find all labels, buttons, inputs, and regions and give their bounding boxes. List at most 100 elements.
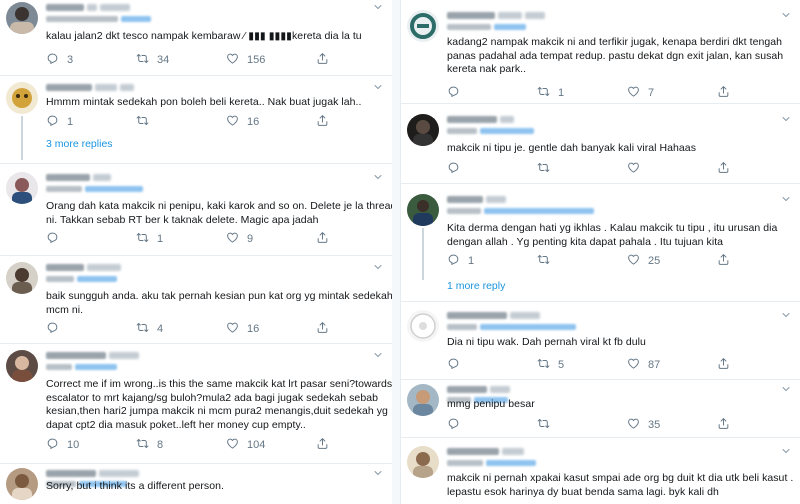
like-button[interactable]: 156	[226, 53, 316, 67]
replying-to-redacted[interactable]	[46, 14, 151, 23]
reply-button[interactable]	[46, 322, 136, 336]
avatar[interactable]	[6, 2, 38, 34]
chevron-down-icon[interactable]	[780, 383, 792, 395]
chevron-down-icon[interactable]	[780, 113, 792, 125]
replying-to-redacted[interactable]	[447, 458, 536, 467]
author-name-redacted[interactable]	[447, 446, 524, 456]
chevron-down-icon[interactable]	[372, 1, 384, 13]
tweet-reply[interactable]: makcik ni pernah xpakai kasut smpai ade …	[401, 438, 800, 504]
retweet-button[interactable]: 5	[537, 358, 627, 372]
tweet-reply[interactable]: mmg penipu besar 35	[401, 380, 800, 438]
author-name-redacted[interactable]	[46, 468, 139, 478]
chevron-down-icon[interactable]	[372, 261, 384, 273]
author-name-redacted[interactable]	[447, 114, 514, 124]
share-button[interactable]	[316, 438, 346, 452]
retweet-button[interactable]: 34	[136, 53, 226, 67]
tweet-reply[interactable]: Orang dah kata makcik ni penipu, kaki ka…	[0, 164, 392, 256]
share-button[interactable]	[717, 162, 747, 176]
like-button[interactable]: 104	[226, 438, 316, 452]
share-button[interactable]	[717, 358, 747, 372]
reply-button[interactable]	[447, 86, 537, 100]
author-name-redacted[interactable]	[447, 194, 506, 204]
avatar[interactable]	[6, 350, 38, 382]
reply-button[interactable]: 1	[46, 115, 136, 129]
author-name-redacted[interactable]	[447, 384, 510, 394]
avatar[interactable]	[6, 468, 38, 500]
chevron-down-icon[interactable]	[780, 309, 792, 321]
share-button[interactable]	[316, 322, 346, 336]
chevron-down-icon[interactable]	[780, 193, 792, 205]
replying-to-redacted[interactable]	[447, 322, 576, 331]
like-button[interactable]	[627, 162, 717, 176]
reply-button[interactable]: 3	[46, 53, 136, 67]
author-name-redacted[interactable]	[447, 10, 545, 20]
share-button[interactable]	[316, 232, 346, 246]
author-name-redacted[interactable]	[46, 82, 134, 92]
tweet-reply[interactable]: kadang2 nampak makcik ni and terfikir ju…	[401, 0, 800, 104]
like-button[interactable]: 35	[627, 418, 717, 432]
avatar[interactable]	[407, 384, 439, 416]
tweet-reply[interactable]: Hmmm mintak sedekah pon boleh beli keret…	[0, 76, 392, 164]
tweet-reply[interactable]: makcik ni tipu je. gentle dah banyak kal…	[401, 104, 800, 184]
chevron-down-icon[interactable]	[372, 171, 384, 183]
reply-button[interactable]	[447, 358, 537, 372]
replying-to-redacted[interactable]	[447, 126, 534, 135]
replying-to-redacted[interactable]	[447, 206, 594, 215]
author-name-redacted[interactable]	[447, 310, 540, 320]
avatar[interactable]	[6, 172, 38, 204]
replying-to-redacted[interactable]	[46, 184, 143, 193]
like-button[interactable]: 16	[226, 322, 316, 336]
avatar[interactable]	[407, 446, 439, 478]
avatar[interactable]	[407, 194, 439, 226]
avatar[interactable]	[407, 10, 439, 42]
author-name-redacted[interactable]	[46, 350, 139, 360]
share-button[interactable]	[717, 418, 747, 432]
share-button[interactable]	[717, 254, 747, 268]
share-button[interactable]	[316, 53, 346, 67]
avatar[interactable]	[407, 114, 439, 146]
author-name-redacted[interactable]	[46, 172, 111, 182]
replying-to-redacted[interactable]	[46, 362, 117, 371]
like-button[interactable]: 87	[627, 358, 717, 372]
tweet-actions: 4 16	[46, 322, 362, 336]
like-button[interactable]: 16	[226, 115, 316, 129]
show-more-replies-link[interactable]: 3 more replies	[46, 138, 113, 150]
show-more-replies-link[interactable]: 1 more reply	[447, 280, 505, 292]
tweet-reply[interactable]: Sorry, but i think its a different perso…	[0, 464, 392, 504]
chevron-down-icon[interactable]	[372, 349, 384, 361]
avatar[interactable]	[6, 82, 38, 114]
retweet-button[interactable]	[537, 254, 627, 268]
retweet-button[interactable]: 4	[136, 322, 226, 336]
like-button[interactable]: 25	[627, 254, 717, 268]
like-button[interactable]: 9	[226, 232, 316, 246]
chevron-down-icon[interactable]	[372, 81, 384, 93]
replying-to-redacted[interactable]	[46, 274, 117, 283]
like-button[interactable]: 7	[627, 86, 717, 100]
reply-button[interactable]	[46, 232, 136, 246]
reply-button[interactable]: 10	[46, 438, 136, 452]
avatar[interactable]	[6, 262, 38, 294]
retweet-button[interactable]: 8	[136, 438, 226, 452]
reply-button[interactable]	[447, 162, 537, 176]
retweet-button[interactable]: 1	[136, 232, 226, 246]
chevron-down-icon[interactable]	[372, 467, 384, 479]
author-name-redacted[interactable]	[46, 2, 130, 12]
retweet-button[interactable]	[537, 418, 627, 432]
avatar[interactable]	[407, 310, 439, 342]
author-name-redacted[interactable]	[46, 262, 121, 272]
chevron-down-icon[interactable]	[780, 445, 792, 457]
chevron-down-icon[interactable]	[780, 9, 792, 21]
retweet-button[interactable]: 1	[537, 86, 627, 100]
share-button[interactable]	[316, 115, 346, 129]
tweet-reply[interactable]: Dia ni tipu wak. Dah pernah viral kt fb …	[401, 302, 800, 380]
share-button[interactable]	[717, 86, 747, 100]
replying-to-redacted[interactable]	[447, 22, 526, 31]
tweet-reply[interactable]: Kita derma dengan hati yg ikhlas . Kalau…	[401, 184, 800, 302]
retweet-button[interactable]	[136, 115, 226, 129]
tweet-reply[interactable]: Correct me if im wrong..is this the same…	[0, 344, 392, 464]
reply-button[interactable]: 1	[447, 254, 537, 268]
retweet-button[interactable]	[537, 162, 627, 176]
tweet-reply[interactable]: kalau jalan2 dkt tesco nampak kembaraw ⁄…	[0, 0, 392, 76]
tweet-reply[interactable]: baik sungguh anda. aku tak pernah kesian…	[0, 256, 392, 344]
reply-button[interactable]	[447, 418, 537, 432]
